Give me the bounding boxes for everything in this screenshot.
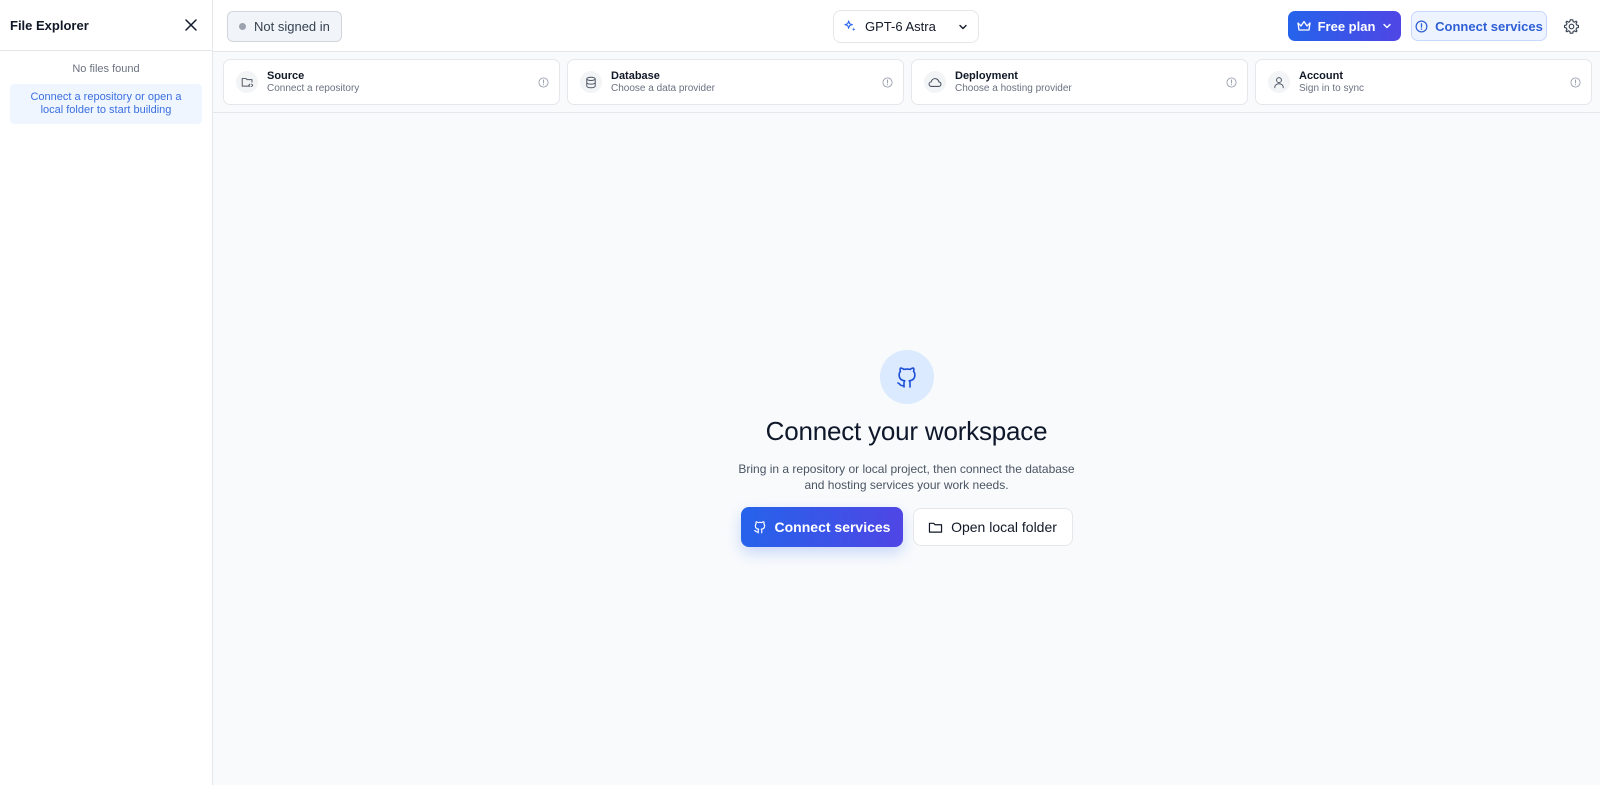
status-dot — [239, 23, 246, 30]
info-icon — [1225, 76, 1237, 88]
connect-services-top-button[interactable]: Connect services — [1411, 11, 1547, 41]
gear-icon — [1563, 18, 1579, 34]
close-sidebar-button[interactable] — [180, 14, 202, 36]
database-icon — [586, 76, 596, 88]
account-card[interactable]: Account Sign in to sync — [1255, 59, 1592, 105]
open-local-folder-button[interactable]: Open local folder — [912, 508, 1073, 546]
workspace-content: Connect your workspace Bring in a reposi… — [213, 113, 1600, 785]
card-title: Account — [1299, 70, 1343, 82]
close-icon — [185, 19, 197, 31]
chevron-down-icon — [959, 24, 967, 29]
file-explorer-sidebar: File Explorer No files found Connect a r… — [0, 0, 213, 785]
sidebar-header: File Explorer — [0, 0, 212, 51]
folder-icon — [928, 522, 943, 533]
connect-services-label: Connect services — [774, 519, 891, 535]
card-info-button[interactable] — [881, 76, 893, 88]
card-icon-wrap — [1268, 71, 1290, 93]
model-label: GPT-6 Astra — [865, 19, 936, 34]
card-title: Database — [611, 70, 660, 82]
folder-code-icon — [241, 77, 253, 87]
top-bar: Not signed in GPT-6 Astra Free plan Conn… — [213, 0, 1600, 52]
connect-services-button[interactable]: Connect services — [740, 507, 903, 547]
card-info-button[interactable] — [537, 76, 549, 88]
card-info-button[interactable] — [1569, 76, 1581, 88]
plan-label: Free plan — [1317, 18, 1376, 34]
sparkle-icon — [844, 20, 856, 32]
open-local-folder-label: Open local folder — [951, 519, 1057, 535]
github-icon — [753, 521, 765, 534]
sidebar-hint: Connect a repository or open a local fol… — [10, 84, 202, 124]
connect-services-top-label: Connect services — [1435, 18, 1543, 34]
sign-in-status-label: Not signed in — [254, 19, 330, 34]
info-icon — [537, 76, 549, 88]
info-icon — [1569, 76, 1581, 88]
database-card[interactable]: Database Choose a data provider — [567, 59, 904, 105]
chevron-down-icon — [1383, 23, 1392, 29]
github-icon — [896, 367, 916, 388]
card-subtitle: Connect a repository — [267, 83, 360, 94]
github-badge — [879, 350, 934, 404]
card-icon-wrap — [580, 71, 602, 93]
card-icon-wrap — [236, 71, 258, 93]
card-subtitle: Choose a hosting provider — [955, 83, 1072, 94]
info-icon — [881, 76, 893, 88]
free-plan-button[interactable]: Free plan — [1288, 11, 1401, 41]
card-title: Source — [267, 70, 305, 82]
app-window: File Explorer No files found Connect a r… — [0, 0, 1600, 785]
card-title: Deployment — [955, 70, 1018, 82]
card-info-button[interactable] — [1225, 76, 1237, 88]
card-subtitle: Choose a data provider — [611, 83, 715, 94]
service-cards: Source Connect a repository Database Cho… — [213, 52, 1600, 113]
sidebar-title: File Explorer — [10, 17, 89, 33]
cloud-icon — [928, 77, 942, 87]
empty-state-title: Connect your workspace — [765, 416, 1048, 446]
sidebar-body: No files found Connect a repository or o… — [0, 51, 212, 136]
source-card[interactable]: Source Connect a repository — [223, 59, 560, 105]
info-circle-icon — [1415, 20, 1428, 32]
card-icon-wrap — [924, 71, 946, 93]
settings-button[interactable] — [1561, 16, 1581, 36]
empty-state: Connect your workspace Bring in a reposi… — [213, 350, 1600, 547]
crown-icon — [1296, 20, 1311, 31]
empty-state-description: Bring in a repository or local project, … — [738, 462, 1075, 492]
deployment-card[interactable]: Deployment Choose a hosting provider — [911, 59, 1248, 105]
empty-state-actions: Connect services Open local folder — [740, 507, 1073, 547]
card-subtitle: Sign in to sync — [1299, 83, 1365, 94]
user-icon — [1274, 76, 1284, 88]
sign-in-status[interactable]: Not signed in — [227, 11, 342, 42]
main-area: Not signed in GPT-6 Astra Free plan Conn… — [213, 0, 1600, 785]
model-selector[interactable]: GPT-6 Astra — [833, 10, 979, 43]
no-files-text: No files found — [72, 63, 140, 75]
